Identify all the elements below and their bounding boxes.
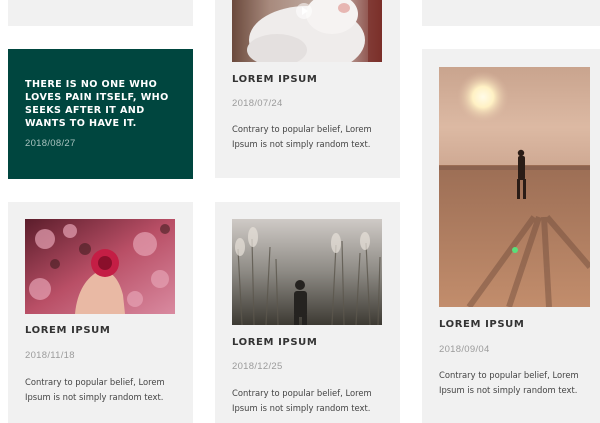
card-description: Contrary to popular belief, Lorem Ipsum … <box>232 124 372 149</box>
beach-sunset-photo[interactable] <box>439 67 590 307</box>
post-card-flower[interactable]: LOREM IPSUM 2018/11/18 Contrary to popul… <box>8 202 193 423</box>
card-date: 2018/11/18 <box>25 350 75 361</box>
card-title[interactable]: LOREM IPSUM <box>25 325 110 336</box>
card-title[interactable]: LOREM IPSUM <box>232 337 317 348</box>
quote-date: 2018/08/27 <box>25 138 76 149</box>
card-title[interactable]: LOREM IPSUM <box>232 74 317 85</box>
flower-hand-photo[interactable] <box>25 219 175 314</box>
card-date: 2018/07/24 <box>232 98 283 109</box>
cursor-dot <box>512 247 518 253</box>
card-description: Contrary to popular belief, Lorem Ipsum … <box>232 388 372 413</box>
card-title[interactable]: LOREM IPSUM <box>439 319 524 330</box>
post-card-beach[interactable]: LOREM IPSUM 2018/09/04 Contrary to popul… <box>422 49 600 423</box>
post-card-grass[interactable]: LOREM IPSUM 2018/12/25 Contrary to popul… <box>215 202 400 423</box>
play-icon[interactable] <box>296 3 312 19</box>
quote-text: THERE IS NO ONE WHO LOVES PAIN ITSELF, W… <box>25 79 169 129</box>
post-card-cat[interactable]: LOREM IPSUM 2018/07/24 Contrary to popul… <box>215 0 400 178</box>
grass-photographer-photo[interactable] <box>232 219 382 325</box>
card-date: 2018/09/04 <box>439 344 490 355</box>
partial-card-right[interactable] <box>422 0 600 26</box>
card-date: 2018/12/25 <box>232 361 283 372</box>
card-description: Contrary to popular belief, Lorem Ipsum … <box>439 370 579 395</box>
card-description: Contrary to popular belief, Lorem Ipsum … <box>25 377 165 402</box>
cat-photo[interactable] <box>232 0 382 62</box>
partial-card-left[interactable] <box>8 0 193 26</box>
quote-card[interactable]: THERE IS NO ONE WHO LOVES PAIN ITSELF, W… <box>8 49 193 179</box>
